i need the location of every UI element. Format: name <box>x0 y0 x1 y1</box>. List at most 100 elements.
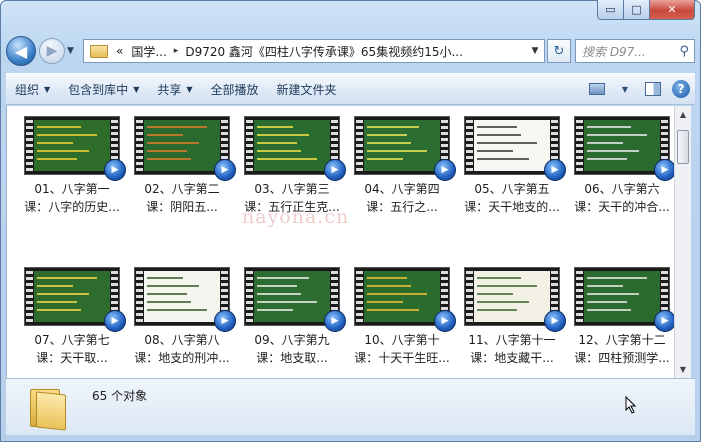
scroll-down-icon[interactable]: ▼ <box>675 361 691 378</box>
mouse-cursor-icon <box>625 396 637 414</box>
file-item[interactable]: ▶ 11、八字第十一 课：地支藏干... <box>459 257 566 367</box>
file-item[interactable]: ▶ 09、八字第九 课：地支取... <box>239 257 346 367</box>
view-icon <box>589 83 605 95</box>
file-item[interactable]: ▶ 12、八字第十二 课：四柱预测学... <box>569 257 676 367</box>
video-thumbnail: ▶ <box>464 116 566 181</box>
search-icon[interactable]: ⚲ <box>679 44 689 59</box>
recent-pages-dropdown-icon[interactable]: ▼ <box>67 46 79 56</box>
file-item[interactable]: ▶ 06、八字第六 课：天干的冲合... <box>569 106 676 216</box>
organize-label: 组织 <box>15 82 40 97</box>
film-strip-icon <box>576 268 583 325</box>
file-name-line-2: 课：五行正生克... <box>244 200 340 214</box>
thumbnail-frame <box>144 120 220 171</box>
file-name-line-1: 02、八字第二 <box>144 182 220 196</box>
file-name: 10、八字第十 课：十天干生旺... <box>349 331 455 367</box>
film-strip-icon <box>26 117 33 174</box>
thumbnail-frame <box>144 271 220 322</box>
item-count: 65 个对象 <box>92 389 148 403</box>
file-name: 08、八字第八 课：地支的刑冲... <box>129 331 235 367</box>
address-overflow[interactable]: « <box>116 44 123 58</box>
file-name-line-1: 07、八字第七 <box>34 333 110 347</box>
film-strip-icon <box>466 117 473 174</box>
video-thumbnail: ▶ <box>24 267 126 332</box>
file-name: 02、八字第二 课：阴阳五... <box>129 180 235 216</box>
folder-icon <box>90 44 108 58</box>
film-strip-icon <box>136 117 143 174</box>
file-item[interactable]: ▶ 08、八字第八 课：地支的刑冲... <box>129 257 236 367</box>
file-name-line-1: 12、八字第十二 <box>578 333 666 347</box>
new-folder-button[interactable]: 新建文件夹 <box>268 76 346 102</box>
share-button[interactable]: 共享 ▼ <box>148 76 201 102</box>
video-thumbnail: ▶ <box>354 116 456 181</box>
thumbnail-frame <box>364 120 440 171</box>
file-name: 01、八字第一 课：八字的历史... <box>19 180 125 216</box>
preview-pane-button[interactable] <box>642 78 664 100</box>
share-label: 共享 <box>157 82 182 97</box>
change-view-button[interactable] <box>586 78 608 100</box>
breadcrumb-separator-icon[interactable]: ▸ <box>174 46 179 56</box>
help-icon: ? <box>672 80 690 98</box>
media-player-icon: ▶ <box>434 310 456 332</box>
file-name-line-1: 10、八字第十 <box>364 333 440 347</box>
file-name-line-2: 课：十天干生旺... <box>354 351 450 365</box>
file-name-line-2: 课：地支取... <box>256 351 328 365</box>
breadcrumb-segment-1[interactable]: 国学... <box>131 43 166 60</box>
forward-button[interactable]: ▶ <box>39 38 65 64</box>
minimize-button[interactable]: ▭ <box>597 0 624 20</box>
file-name-line-1: 05、八字第五 <box>474 182 550 196</box>
thumbnail-frame <box>474 120 550 171</box>
refresh-icon[interactable]: ↻ <box>547 39 571 63</box>
film-strip-icon <box>246 268 253 325</box>
close-button[interactable]: ✕ <box>650 0 695 20</box>
media-player-icon: ▶ <box>654 310 676 332</box>
address-bar[interactable]: « 国学... ▸ D9720 鑫河《四柱八字传承课》65集视频约15小... … <box>83 39 545 63</box>
thumbnail-frame <box>34 271 110 322</box>
folder-icon <box>28 385 68 431</box>
preview-pane-icon <box>645 82 661 96</box>
navigation-bar: ◀ ▶ ▼ « 国学... ▸ D9720 鑫河《四柱八字传承课》65集视频约1… <box>6 34 695 68</box>
file-item[interactable]: ▶ 10、八字第十 课：十天干生旺... <box>349 257 456 367</box>
chevron-down-icon: ▼ <box>186 84 193 94</box>
view-options-dropdown-icon[interactable]: ▼ <box>614 78 636 100</box>
chevron-down-icon: ▼ <box>44 84 51 94</box>
play-all-button[interactable]: 全部播放 <box>202 76 268 102</box>
film-strip-icon <box>26 268 33 325</box>
include-in-library-button[interactable]: 包含到库中 ▼ <box>59 76 148 102</box>
video-thumbnail: ▶ <box>134 267 236 332</box>
video-thumbnail: ▶ <box>574 267 676 332</box>
scroll-up-icon[interactable]: ▲ <box>675 106 691 123</box>
video-thumbnail: ▶ <box>134 116 236 181</box>
breadcrumb-segment-2[interactable]: D9720 鑫河《四柱八字传承课》65集视频约15小... <box>185 43 463 60</box>
video-thumbnail: ▶ <box>24 116 126 181</box>
file-item[interactable]: ▶ 02、八字第二 课：阴阳五... <box>129 106 236 216</box>
file-item[interactable]: ▶ 01、八字第一 课：八字的历史... <box>19 106 126 216</box>
address-dropdown-icon[interactable]: ▼ <box>526 46 544 56</box>
file-name-line-2: 课：地支的刑冲... <box>134 351 230 365</box>
file-name-line-2: 课：阴阳五... <box>146 200 218 214</box>
file-name-line-2: 课：八字的历史... <box>24 200 120 214</box>
media-player-icon: ▶ <box>324 159 346 181</box>
thumbnail-frame <box>254 120 330 171</box>
file-item[interactable]: ▶ 07、八字第七 课：天干取... <box>19 257 126 367</box>
maximize-button[interactable]: □ <box>624 0 650 20</box>
caption-buttons: ▭ □ ✕ <box>597 0 695 20</box>
thumbnail-frame <box>364 271 440 322</box>
file-name-line-1: 09、八字第九 <box>254 333 330 347</box>
file-item[interactable]: ▶ 05、八字第五 课：天干地支的... <box>459 106 566 216</box>
organize-button[interactable]: 组织 ▼ <box>6 76 59 102</box>
file-name-line-2: 课：四柱预测学... <box>574 351 670 365</box>
media-player-icon: ▶ <box>544 159 566 181</box>
film-strip-icon <box>356 268 363 325</box>
back-button[interactable]: ◀ <box>6 36 36 66</box>
scroll-thumb[interactable] <box>677 130 689 164</box>
vertical-scrollbar[interactable]: ▲ ▼ <box>674 106 691 378</box>
thumbnail-frame <box>474 271 550 322</box>
film-strip-icon <box>466 268 473 325</box>
file-name-line-2: 课：地支藏干... <box>470 351 554 365</box>
help-button[interactable]: ? <box>670 78 692 100</box>
file-name-line-1: 04、八字第四 <box>364 182 440 196</box>
file-item[interactable]: ▶ 03、八字第三 课：五行正生克... <box>239 106 346 216</box>
search-input[interactable]: 搜索 D97... ⚲ <box>575 39 695 63</box>
file-item[interactable]: ▶ 04、八字第四 课：五行之... <box>349 106 456 216</box>
file-name-line-1: 11、八字第十一 <box>468 333 556 347</box>
